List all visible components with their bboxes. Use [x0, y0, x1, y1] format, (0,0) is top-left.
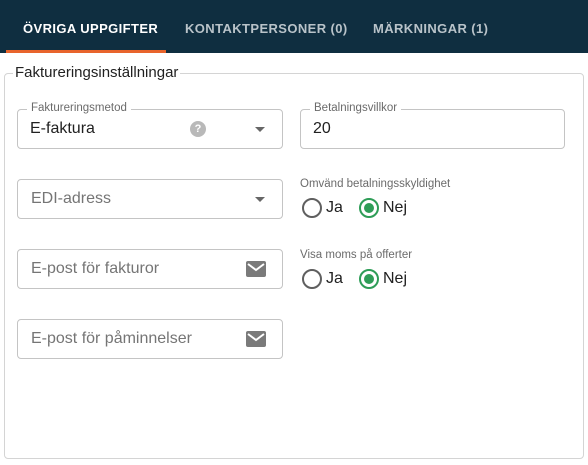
email-icon	[246, 261, 266, 277]
reminder-email-field[interactable]: E-post för påminnelser	[17, 319, 283, 359]
payment-terms-value: 20	[313, 120, 331, 137]
help-circle-icon[interactable]: ?	[190, 121, 206, 137]
edi-address-placeholder: EDI-adress	[31, 190, 112, 207]
radio-label-nej: Nej	[383, 199, 408, 216]
show-vat-nej-option[interactable]: Nej	[359, 269, 415, 289]
invoicing-settings-legend: Faktureringsinställningar	[13, 64, 181, 81]
radio-label-ja: Ja	[326, 199, 343, 216]
chevron-down-icon[interactable]	[255, 197, 265, 202]
tab-kontaktpersoner[interactable]: KONTAKTPERSONER (0)	[185, 0, 348, 53]
reminder-email-placeholder: E-post för påminnelser	[31, 330, 192, 347]
active-tab-indicator	[6, 50, 166, 53]
invoice-method-value: E-faktura	[30, 120, 95, 137]
invoice-method-label: Faktureringsmetod	[27, 102, 131, 114]
payment-terms-field[interactable]: Betalningsvillkor 20	[300, 102, 565, 149]
show-vat-label: Visa moms på offerter	[300, 249, 413, 261]
radio-button[interactable]	[302, 198, 322, 218]
chevron-down-icon[interactable]	[255, 127, 265, 132]
reverse-vat-label: Omvänd betalningsskyldighet	[300, 178, 451, 190]
radio-button[interactable]	[302, 269, 322, 289]
tab-bar: ÖVRIGA UPPGIFTER KONTAKTPERSONER (0) MÄR…	[0, 0, 588, 53]
radio-button-checked[interactable]	[359, 269, 379, 289]
invoice-method-select[interactable]: Faktureringsmetod E-faktura ?	[17, 102, 283, 149]
tab-markningar[interactable]: MÄRKNINGAR (1)	[373, 0, 488, 53]
tab-ovriga-uppgifter[interactable]: ÖVRIGA UPPGIFTER	[23, 0, 158, 53]
radio-label-nej: Nej	[383, 270, 408, 287]
reverse-vat-ja-option[interactable]: Ja	[302, 198, 350, 218]
payment-terms-label: Betalningsvillkor	[310, 102, 402, 114]
show-vat-ja-option[interactable]: Ja	[302, 269, 350, 289]
invoice-email-placeholder: E-post för fakturor	[31, 260, 160, 277]
email-icon	[246, 331, 266, 347]
edi-address-select[interactable]: EDI-adress	[17, 179, 283, 219]
radio-button-checked[interactable]	[359, 198, 379, 218]
invoice-email-field[interactable]: E-post för fakturor	[17, 249, 283, 289]
reverse-vat-nej-option[interactable]: Nej	[359, 198, 415, 218]
radio-label-ja: Ja	[326, 270, 343, 287]
